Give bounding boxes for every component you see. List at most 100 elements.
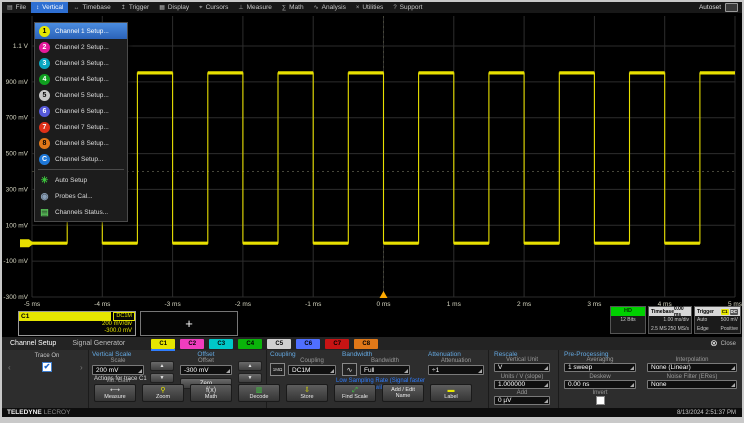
svg-text:-300 mV: -300 mV xyxy=(3,294,28,301)
menu-bar-item-support[interactable]: ? Support xyxy=(388,2,427,13)
offset-label: Offset xyxy=(180,358,232,364)
channel-chip-c3[interactable]: C3 xyxy=(209,339,233,349)
measure-button[interactable]: ⟷ Measure xyxy=(94,384,136,402)
add-edit-name-button[interactable]: Add / Edit Name xyxy=(382,384,424,402)
noise-filter-field[interactable]: None xyxy=(647,380,737,389)
add-field[interactable]: 0 µV xyxy=(494,396,550,405)
channel-chip-c8[interactable]: C8 xyxy=(354,339,378,349)
units-per-volt-field[interactable]: 1.000000 xyxy=(494,380,550,389)
tab-channel-setup[interactable]: Channel Setup xyxy=(2,340,64,347)
vertical-menu-item-6[interactable]: 6 Channel 6 Setup... xyxy=(35,103,127,119)
prev-channel-chevron-icon[interactable]: ‹ xyxy=(8,363,11,372)
channel-chip-c1[interactable]: C1 xyxy=(151,339,175,349)
vertical-scale-header: Vertical Scale xyxy=(92,351,131,358)
autoset-button[interactable]: Autoset xyxy=(699,3,742,12)
tab-signal-generator[interactable]: Signal Generator xyxy=(64,340,133,347)
attenuation-field[interactable]: ÷1 xyxy=(428,365,484,375)
decode-button[interactable]: ▥ Decode xyxy=(238,384,280,402)
brand-teledyne: TELEDYNE xyxy=(2,409,42,416)
vertical-menu-item-4[interactable]: 4 Channel 4 Setup... xyxy=(35,71,127,87)
store-button[interactable]: ⇩ Store xyxy=(286,384,328,402)
svg-text:-5 ms: -5 ms xyxy=(24,301,41,308)
store-icon: ⇩ xyxy=(304,387,310,394)
vertical-menu-item-8[interactable]: 8 Channel 8 Setup... xyxy=(35,135,127,151)
next-channel-chevron-icon[interactable]: › xyxy=(80,363,83,372)
menu-bar-item-display[interactable]: ▦ Display xyxy=(154,2,194,13)
brand-lecroy: LECROY xyxy=(42,409,71,416)
menu-bar: ▤ File ↕ Vertical ↔ Timebase ↥ Trigger ▦… xyxy=(2,2,742,13)
menu-bar-item-cursors[interactable]: ⌖ Cursors xyxy=(194,2,233,13)
menu-bar-item-vertical[interactable]: ↕ Vertical xyxy=(31,2,68,13)
label-button[interactable]: ▬ Label xyxy=(430,384,472,402)
close-panel-button[interactable]: ⊗ Close xyxy=(710,339,742,348)
find-scale-button[interactable]: ⤢ Find Scale xyxy=(334,384,376,402)
invert-checkbox[interactable] xyxy=(596,396,605,405)
channel-chip-c6[interactable]: C6 xyxy=(296,339,320,349)
menu-bar-item-math[interactable]: ∑ Math xyxy=(277,2,309,13)
offset-field[interactable]: -300 mV xyxy=(180,365,232,375)
svg-text:2 ms: 2 ms xyxy=(517,301,532,308)
svg-text:1 ms: 1 ms xyxy=(447,301,462,308)
svg-text:-100 mV: -100 mV xyxy=(3,258,28,265)
vertical-menu-item-5[interactable]: 5 Channel 5 Setup... xyxy=(35,87,127,103)
timebase-box[interactable]: Timebase 0.00 ms 1.00 ms/div 2.5 MS 250 … xyxy=(648,306,692,334)
coupling-field[interactable]: DC1M xyxy=(288,365,336,375)
trigger-mode: Auto xyxy=(697,316,707,325)
measure-icon: ⟷ xyxy=(110,387,120,394)
menu-bar-item-trigger[interactable]: ↥ Trigger xyxy=(116,2,154,13)
deskew-field[interactable]: 0.00 ns xyxy=(564,380,636,389)
menu-item-icon: ↥ xyxy=(121,5,126,11)
menu-bar-item-utilities[interactable]: × Utilities xyxy=(351,2,388,13)
trigger-coupling-chip: DC xyxy=(730,309,739,315)
menu-bar-item-analysis[interactable]: ∿ Analysis xyxy=(309,2,351,13)
attenuation-label: Attenuation xyxy=(428,358,484,364)
vertical-menu-item-7[interactable]: 7 Channel 7 Setup... xyxy=(35,119,127,135)
bandwidth-field[interactable]: Full xyxy=(360,365,410,375)
svg-text:-2 ms: -2 ms xyxy=(235,301,252,308)
menu-item-icon: ⊥ xyxy=(238,5,243,11)
channel-chip-c5[interactable]: C5 xyxy=(267,339,291,349)
zoom-button[interactable]: ⚲ Zoom xyxy=(142,384,184,402)
probes-cal-icon: ◉ xyxy=(39,191,50,202)
trace-on-label: Trace On xyxy=(12,353,82,359)
offset-up-button[interactable]: ▲ xyxy=(238,361,262,371)
vertical-menu-item-2[interactable]: 2 Channel 2 Setup... xyxy=(35,39,127,55)
menu-item-icon: ⌖ xyxy=(199,5,202,11)
averaging-field[interactable]: 1 sweep xyxy=(564,363,636,372)
status-bar: TELEDYNE LECROY 8/13/2024 2:51:37 PM xyxy=(2,408,742,417)
trigger-box[interactable]: Trigger C1 DC Auto 500 mV Edge Positive xyxy=(694,306,741,334)
menu-bar-item-timebase[interactable]: ↔ Timebase xyxy=(68,2,115,13)
menu-bar-item-file[interactable]: ▤ File xyxy=(2,2,31,13)
vertical-menu-item-11[interactable]: ◉ Probes Cal... xyxy=(35,188,127,204)
scale-field[interactable]: 200 mV xyxy=(92,365,144,375)
vertical-menu-item-3[interactable]: 3 Channel 3 Setup... xyxy=(35,55,127,71)
channel-descriptor-c1[interactable]: C1 DC1M 200 mV/div -300.0 mV xyxy=(18,311,136,336)
vertical-menu-item-12[interactable]: ▤ Channels Status... xyxy=(35,204,127,220)
trigger-title: Trigger xyxy=(697,309,714,315)
menu-bar-item-measure[interactable]: ⊥ Measure xyxy=(233,2,277,13)
channel-chip-c4[interactable]: C4 xyxy=(238,339,262,349)
math-icon: f(x) xyxy=(206,387,216,394)
menu-item-icon: ? xyxy=(393,5,396,11)
math-button[interactable]: f(x) Math xyxy=(190,384,232,402)
channel-chip-c2[interactable]: C2 xyxy=(180,339,204,349)
trigger-slope: Positive xyxy=(720,325,738,334)
vertical-menu-item-9[interactable]: C Channel Setup... xyxy=(35,151,127,167)
channel-chip-row: C1 C2 C3 C4 C5 C6 C7 C8 xyxy=(151,339,378,349)
offset-down-button[interactable]: ▼ xyxy=(238,373,262,383)
vertical-menu-item-10[interactable]: ✳ Auto Setup xyxy=(35,172,127,188)
channel-label: C1 xyxy=(19,312,111,321)
channel-badge-icon: 3 xyxy=(39,58,50,69)
autoset-icon xyxy=(725,3,738,12)
vertical-unit-field[interactable]: V xyxy=(494,363,550,372)
bandwidth-label: Bandwidth xyxy=(360,358,410,364)
hd-mode-box[interactable]: HD 12 Bits xyxy=(610,306,646,334)
scale-up-button[interactable]: ▲ xyxy=(150,361,174,371)
menu-item-icon: ∑ xyxy=(282,5,286,11)
trace-on-checkbox[interactable]: ✔ xyxy=(42,362,52,372)
coupling-impedance-icon: 1MΩ xyxy=(270,363,285,376)
channel-chip-c7[interactable]: C7 xyxy=(325,339,349,349)
interpolation-field[interactable]: None (Linear) xyxy=(647,363,737,372)
add-trace-button[interactable]: + xyxy=(140,311,238,336)
vertical-menu-item-1[interactable]: 1 Channel 1 Setup... xyxy=(35,23,127,39)
